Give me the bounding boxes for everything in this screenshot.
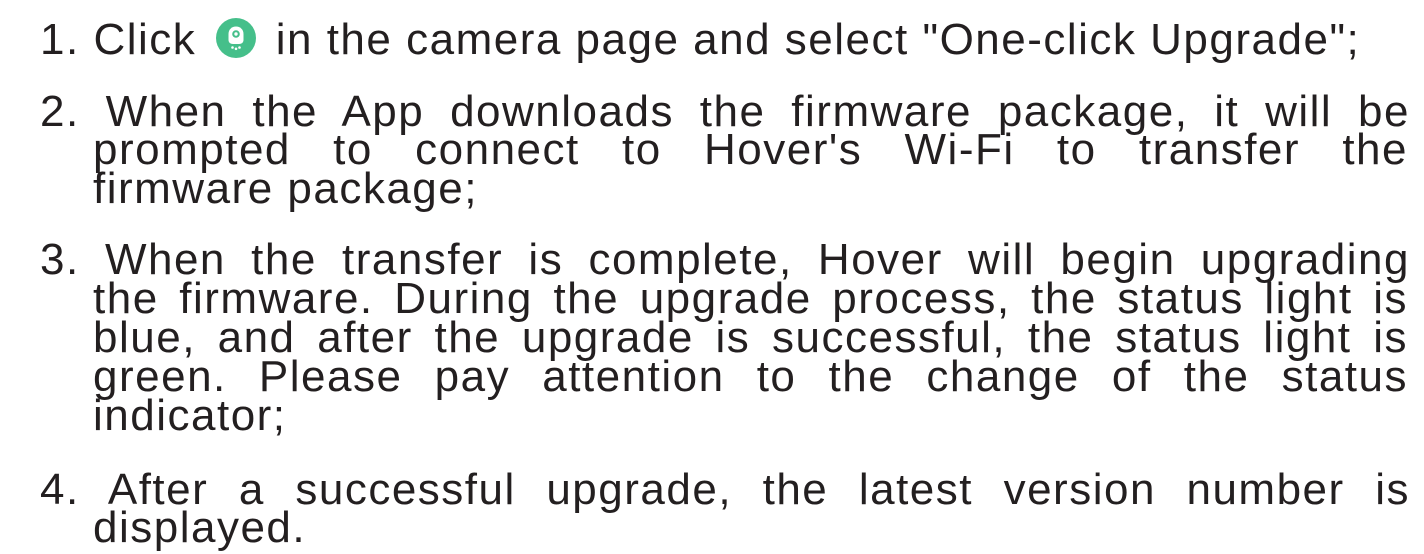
step-4-line-2: displayed. bbox=[93, 504, 307, 552]
step-2-line-3: firmware package; bbox=[93, 165, 478, 213]
step-text: in the camera page and select "One-click… bbox=[275, 16, 1361, 64]
rocket-icon bbox=[216, 18, 256, 58]
step-text: Click bbox=[93, 16, 197, 64]
step-1: 1. Click in the camera page and select "… bbox=[40, 16, 1420, 66]
step-number: 3. bbox=[40, 236, 80, 284]
step-3-line-5: indicator; bbox=[93, 392, 287, 440]
step-number: 2. bbox=[40, 88, 80, 136]
step-number: 4. bbox=[40, 466, 80, 514]
step-number: 1. bbox=[40, 16, 80, 64]
